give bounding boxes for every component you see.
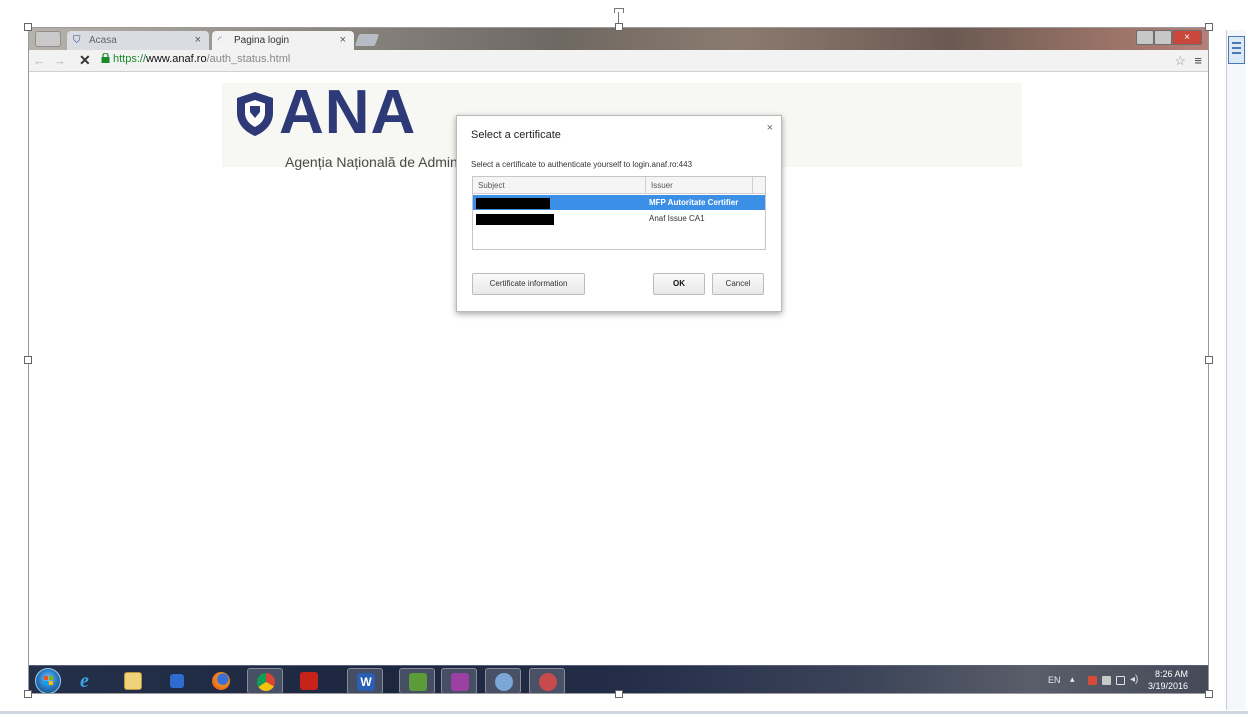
- url-scheme: https://: [113, 53, 147, 65]
- resize-handle-right[interactable]: [1205, 356, 1213, 364]
- maximize-button[interactable]: [1154, 30, 1172, 45]
- certificate-information-button[interactable]: Certificate information: [472, 273, 585, 295]
- certificate-list: Subject Issuer MFP Autoritate Certifier …: [472, 176, 766, 250]
- page-content: ANA Agenția Națională de Administra × Se…: [29, 73, 1208, 665]
- certificate-list-header: Subject Issuer: [473, 177, 765, 194]
- taskbar-app-explorer[interactable]: [115, 668, 151, 693]
- url-path: /auth_status.html: [206, 53, 291, 65]
- browser-toolbar: ← → ✕ https://www.anaf.ro/auth_status.ht…: [29, 50, 1208, 72]
- certificate-issuer: MFP Autoritate Certifier: [649, 198, 739, 207]
- resize-handle-top[interactable]: [615, 23, 623, 31]
- document-canvas: ⛉ Acasa × ◜ Pagina login × × ← → ✕ https…: [0, 0, 1248, 717]
- tab-close-icon[interactable]: ×: [195, 34, 201, 46]
- certificate-issuer: Anaf Issue CA1: [649, 214, 705, 223]
- tab-close-icon[interactable]: ×: [340, 34, 346, 46]
- taskbar-app-snipping[interactable]: [529, 668, 565, 693]
- site-logo-text: ANA: [279, 78, 417, 147]
- taskbar-app-acrobat[interactable]: [291, 668, 327, 693]
- page-divider: [0, 711, 1248, 714]
- window-menu-button[interactable]: [35, 31, 61, 47]
- project-icon: [409, 673, 427, 691]
- resize-handle-bottom-left[interactable]: [24, 690, 32, 698]
- resize-handle-left[interactable]: [24, 356, 32, 364]
- tab-pagina-login[interactable]: ◜ Pagina login ×: [212, 31, 354, 50]
- anaf-shield-logo-icon: [237, 92, 273, 136]
- start-button[interactable]: [35, 668, 61, 693]
- minimize-button[interactable]: [1136, 30, 1154, 45]
- taskbar-app-paint[interactable]: [485, 668, 521, 693]
- tab-label: Pagina login: [234, 35, 290, 46]
- taskbar-app-onenote[interactable]: [441, 668, 477, 693]
- column-header-subject[interactable]: Subject: [478, 181, 505, 190]
- snipping-icon: [539, 673, 557, 691]
- clock-time[interactable]: 8:26 AM: [1155, 669, 1188, 679]
- new-tab-button[interactable]: [354, 34, 380, 46]
- system-tray: EN ▴ ◂) 8:26 AM 3/19/2016: [1040, 666, 1208, 693]
- select-certificate-dialog: × Select a certificate Select a certific…: [456, 115, 782, 312]
- forward-arrow-icon[interactable]: →: [53, 53, 66, 68]
- resize-handle-top-left[interactable]: [24, 23, 32, 31]
- loading-spinner-icon: ◜: [218, 35, 222, 46]
- column-divider[interactable]: [645, 177, 646, 194]
- chrome-icon: [257, 673, 275, 691]
- media-player-icon: [170, 674, 184, 688]
- volume-icon[interactable]: ◂): [1130, 674, 1139, 685]
- word-icon: W: [357, 673, 375, 691]
- bookmark-star-icon[interactable]: ☆: [1174, 53, 1186, 69]
- dialog-description: Select a certificate to authenticate you…: [471, 160, 693, 169]
- browser-tabstrip: ⛉ Acasa × ◜ Pagina login × ×: [29, 28, 1208, 50]
- window-close-button[interactable]: ×: [1172, 30, 1202, 45]
- taskbar-app-project[interactable]: [399, 668, 435, 693]
- dialog-close-icon[interactable]: ×: [767, 122, 773, 134]
- taskbar-app-chrome[interactable]: [247, 668, 283, 693]
- tray-app-icon[interactable]: [1102, 676, 1111, 685]
- taskbar-app-word[interactable]: W: [347, 668, 383, 693]
- url-host: www.anaf.ro: [146, 53, 207, 65]
- resize-handle-bottom-right[interactable]: [1205, 690, 1213, 698]
- dialog-title: Select a certificate: [471, 129, 561, 141]
- acrobat-icon: [300, 672, 318, 690]
- site-logo-subtitle: Agenția Națională de Administra: [285, 154, 485, 170]
- explorer-icon: [124, 672, 142, 690]
- back-arrow-icon[interactable]: ←: [33, 53, 46, 68]
- tab-acasa[interactable]: ⛉ Acasa ×: [67, 31, 209, 50]
- lock-icon: [101, 53, 110, 63]
- action-center-flag-icon[interactable]: [1088, 676, 1097, 685]
- paint-icon: [495, 673, 513, 691]
- cancel-button[interactable]: Cancel: [712, 273, 764, 295]
- firefox-icon: [212, 672, 230, 690]
- column-divider[interactable]: [752, 177, 753, 194]
- taskbar-app-internet-explorer[interactable]: e: [71, 668, 107, 693]
- ok-button[interactable]: OK: [653, 273, 705, 295]
- redacted-subject: [476, 198, 550, 209]
- column-header-issuer[interactable]: Issuer: [651, 181, 673, 190]
- redacted-subject: [476, 214, 554, 225]
- ie-icon: e: [80, 670, 89, 692]
- tab-label: Acasa: [89, 35, 117, 46]
- taskbar-app-firefox[interactable]: [203, 668, 239, 693]
- onenote-icon: [451, 673, 469, 691]
- show-hidden-icons-icon[interactable]: ▴: [1070, 674, 1075, 685]
- address-bar[interactable]: https://www.anaf.ro/auth_status.html: [101, 53, 290, 65]
- network-icon[interactable]: [1116, 676, 1125, 685]
- clock-date[interactable]: 3/19/2016: [1148, 681, 1188, 691]
- shield-icon: ⛉: [73, 35, 81, 46]
- chrome-menu-icon[interactable]: ≡: [1194, 53, 1202, 68]
- resize-handle-bottom[interactable]: [615, 690, 623, 698]
- window-controls: ×: [1136, 30, 1202, 46]
- stop-loading-icon[interactable]: ✕: [79, 52, 91, 69]
- resize-handle-top-right[interactable]: [1205, 23, 1213, 31]
- certificate-row[interactable]: Anaf Issue CA1: [473, 211, 765, 226]
- language-indicator[interactable]: EN: [1048, 675, 1061, 685]
- embedded-screenshot[interactable]: ⛉ Acasa × ◜ Pagina login × × ← → ✕ https…: [28, 27, 1209, 694]
- certificate-row-selected[interactable]: MFP Autoritate Certifier: [473, 195, 765, 210]
- pane-toggle-icon[interactable]: [1228, 36, 1245, 64]
- side-pane: [1226, 30, 1246, 710]
- taskbar-app-media-player[interactable]: [159, 668, 195, 693]
